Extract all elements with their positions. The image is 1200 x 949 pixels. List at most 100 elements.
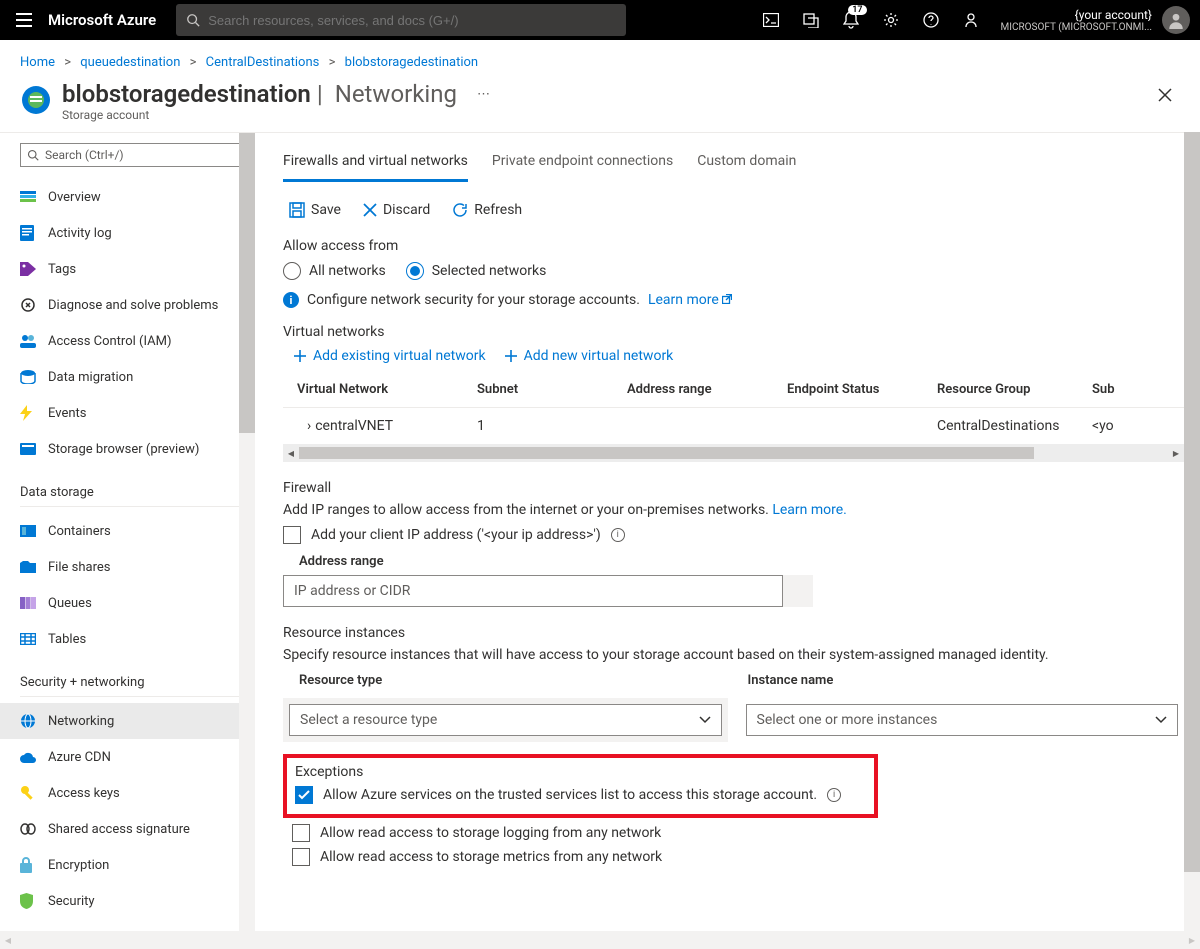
sidebar-item-overview[interactable]: Overview xyxy=(0,179,255,215)
breadcrumb-2[interactable]: CentralDestinations xyxy=(206,55,320,70)
tab-custom-domain[interactable]: Custom domain xyxy=(697,145,796,182)
page-title: blobstoragedestination xyxy=(62,80,311,108)
tab-firewalls[interactable]: Firewalls and virtual networks xyxy=(283,145,468,182)
sidebar-item-label: Tags xyxy=(48,262,76,277)
page-section: Networking xyxy=(335,80,457,108)
breadcrumb-3[interactable]: blobstoragedestination xyxy=(345,55,478,70)
sidebar-item-containers[interactable]: Containers xyxy=(0,513,255,549)
col-subscription: Sub xyxy=(1092,382,1132,397)
instance-name-col: Instance name xyxy=(748,673,1185,688)
sidebar-item-access-keys[interactable]: Access keys xyxy=(0,775,255,811)
exceptions-heading: Exceptions xyxy=(295,764,866,780)
sidebar-item-label: Access keys xyxy=(48,786,120,801)
tab-private-endpoints[interactable]: Private endpoint connections xyxy=(492,145,673,182)
resource-type-select[interactable]: Select a resource type xyxy=(289,704,722,736)
notifications-icon[interactable]: 17 xyxy=(831,0,871,40)
sidebar-item-events[interactable]: Events xyxy=(0,395,255,431)
sidebar-group-security-networking: Security + networking xyxy=(20,675,248,697)
sidebar-item-label: Overview xyxy=(48,190,101,205)
info-icon[interactable]: i xyxy=(827,788,841,802)
sidebar-item-label: Diagnose and solve problems xyxy=(48,298,218,313)
sidebar-item-iam[interactable]: Access Control (IAM) xyxy=(0,323,255,359)
networking-icon xyxy=(20,713,36,729)
exception-trusted-services-label: Allow Azure services on the trusted serv… xyxy=(323,787,817,803)
add-existing-vnet-button[interactable]: Add existing virtual network xyxy=(293,348,486,364)
sidebar-item-tags[interactable]: Tags xyxy=(0,251,255,287)
refresh-label: Refresh xyxy=(474,202,522,218)
sidebar-search[interactable]: Search (Ctrl+/) xyxy=(20,143,248,167)
sidebar-item-networking[interactable]: Networking xyxy=(0,703,255,739)
resource-type-col: Resource type xyxy=(299,673,736,688)
sidebar-item-encryption[interactable]: Encryption xyxy=(0,847,255,883)
resource-instances-desc: Specify resource instances that will hav… xyxy=(283,647,1184,663)
global-search[interactable] xyxy=(176,4,626,36)
sidebar-item-label: Data migration xyxy=(48,370,133,385)
directories-icon[interactable] xyxy=(791,0,831,40)
vnet-horizontal-scrollbar[interactable]: ◀ ▶ xyxy=(283,444,1184,462)
col-subnet: Subnet xyxy=(477,382,627,397)
more-icon[interactable]: ⋯ xyxy=(477,87,490,102)
sidebar-item-activity-log[interactable]: Activity log xyxy=(0,215,255,251)
radio-selected-networks-label: Selected networks xyxy=(432,263,547,279)
exception-metrics-label: Allow read access to storage metrics fro… xyxy=(320,849,662,865)
security-icon xyxy=(20,893,36,909)
instance-name-select[interactable]: Select one or more instances xyxy=(746,704,1179,736)
events-icon xyxy=(20,405,36,421)
vnet-address-range xyxy=(627,418,787,434)
account-menu[interactable]: {your account} MICROSOFT (MICROSOFT.ONMI… xyxy=(991,8,1162,33)
info-icon[interactable]: i xyxy=(611,528,625,542)
hamburger-icon[interactable] xyxy=(0,13,48,27)
keys-icon xyxy=(20,785,36,801)
add-new-vnet-button[interactable]: Add new virtual network xyxy=(504,348,674,364)
radio-all-networks[interactable] xyxy=(283,262,301,280)
firewall-heading: Firewall xyxy=(283,480,1184,496)
sidebar-item-queues[interactable]: Queues xyxy=(0,585,255,621)
firewall-desc: Add IP ranges to allow access from the i… xyxy=(283,502,772,518)
chevron-down-icon xyxy=(699,716,711,724)
exception-trusted-services-checkbox[interactable] xyxy=(295,786,313,804)
exception-logging-checkbox[interactable] xyxy=(292,824,310,842)
tags-icon xyxy=(20,262,36,276)
exception-metrics-checkbox[interactable] xyxy=(292,848,310,866)
settings-icon[interactable] xyxy=(871,0,911,40)
close-button[interactable] xyxy=(1150,80,1180,114)
help-icon[interactable] xyxy=(911,0,951,40)
breadcrumb-home[interactable]: Home xyxy=(20,55,55,70)
cloud-shell-icon[interactable] xyxy=(751,0,791,40)
storage-account-icon xyxy=(20,84,52,120)
sidebar-item-label: Networking xyxy=(48,714,114,729)
discard-button[interactable]: Discard xyxy=(357,198,436,222)
window-horizontal-scrollbar[interactable]: ◀ ▶ xyxy=(0,931,1200,949)
allow-access-label: Allow access from xyxy=(283,238,1184,254)
feedback-icon[interactable] xyxy=(951,0,991,40)
global-search-input[interactable] xyxy=(208,13,616,28)
address-range-input[interactable]: IP address or CIDR xyxy=(283,575,783,607)
sidebar-search-placeholder: Search (Ctrl+/) xyxy=(45,148,124,162)
sidebar-scrollbar[interactable] xyxy=(239,133,255,939)
learn-more-link[interactable]: Learn more xyxy=(648,292,732,308)
client-ip-label: Add your client IP address ('<your ip ad… xyxy=(311,527,601,543)
client-ip-checkbox[interactable] xyxy=(283,526,301,544)
col-address-range: Address range xyxy=(627,382,787,397)
sidebar-item-azure-cdn[interactable]: Azure CDN xyxy=(0,739,255,775)
breadcrumb-1[interactable]: queuedestination xyxy=(80,55,180,70)
vnet-row[interactable]: ›centralVNET 1 CentralDestinations <yo xyxy=(283,407,1184,444)
sidebar-item-file-shares[interactable]: File shares xyxy=(0,549,255,585)
chevron-right-icon[interactable]: › xyxy=(307,418,311,434)
firewall-learn-more-link[interactable]: Learn more. xyxy=(772,502,847,518)
avatar[interactable] xyxy=(1162,6,1190,34)
refresh-button[interactable]: Refresh xyxy=(446,198,528,222)
sidebar-item-sas[interactable]: Shared access signature xyxy=(0,811,255,847)
sidebar-item-diagnose[interactable]: Diagnose and solve problems xyxy=(0,287,255,323)
save-button[interactable]: Save xyxy=(283,198,347,222)
radio-selected-networks[interactable] xyxy=(406,262,424,280)
sidebar-item-label: Azure CDN xyxy=(48,750,111,765)
sidebar-item-storage-browser[interactable]: Storage browser (preview) xyxy=(0,431,255,467)
sidebar-item-security[interactable]: Security xyxy=(0,883,255,919)
sidebar-item-data-migration[interactable]: Data migration xyxy=(0,359,255,395)
breadcrumb: Home > queuedestination > CentralDestina… xyxy=(0,40,1200,80)
sidebar-item-label: Events xyxy=(48,406,86,421)
sidebar-item-tables[interactable]: Tables xyxy=(0,621,255,657)
file-shares-icon xyxy=(20,561,36,573)
main-vertical-scrollbar[interactable] xyxy=(1184,132,1200,939)
